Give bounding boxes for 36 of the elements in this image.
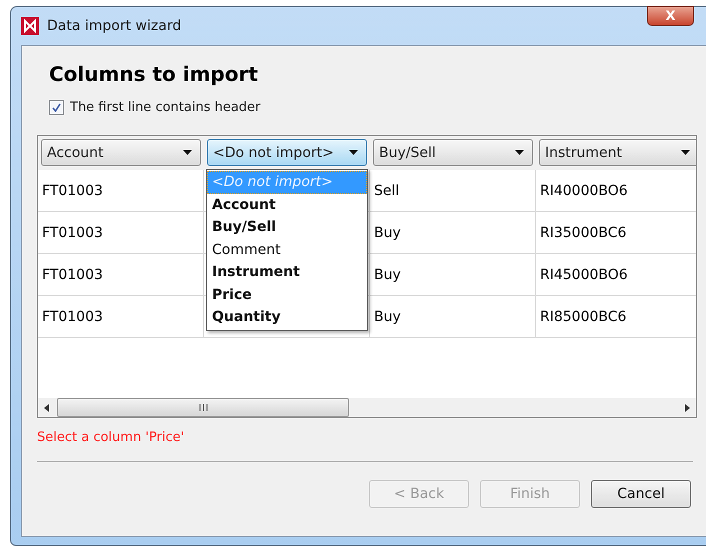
column-mapping-dropdown[interactable]: Account	[41, 139, 201, 166]
table-cell: FT01003	[38, 170, 204, 211]
dropdown-option[interactable]: Buy/Sell	[207, 216, 367, 238]
wizard-button[interactable]: Cancel	[591, 480, 691, 508]
table-cell: FT01003	[38, 296, 204, 337]
column-mapping-dropdown[interactable]: Buy/Sell	[373, 139, 533, 166]
dropdown-option[interactable]: Account	[207, 194, 367, 216]
column-mapping-dropdown[interactable]: <Do not import>	[207, 139, 367, 166]
dropdown-option[interactable]: Comment	[207, 238, 367, 261]
caret-icon	[183, 150, 192, 155]
column-mapping-dropdown[interactable]: Instrument	[539, 139, 696, 166]
scrollbar-thumb[interactable]	[57, 398, 349, 417]
table-cell: FT01003	[38, 212, 204, 253]
dropdown-option[interactable]: Instrument	[207, 261, 367, 284]
scroll-left-icon[interactable]	[44, 404, 49, 412]
page-heading: Columns to import	[48, 62, 259, 86]
header-checkbox[interactable]	[49, 100, 64, 115]
table-cell: FT01003	[38, 254, 204, 295]
table-cell: RI85000BC6	[536, 296, 696, 337]
scroll-right-icon[interactable]	[685, 404, 690, 412]
caret-icon	[681, 150, 690, 155]
app-logo-icon	[21, 17, 39, 35]
table-cell: RI40000BO6	[536, 170, 696, 211]
error-message: Select a column 'Price'	[37, 430, 186, 445]
table-cell: Buy	[370, 212, 536, 253]
table-cell: Sell	[370, 170, 536, 211]
table-cell: RI45000BO6	[536, 254, 696, 295]
caret-icon	[349, 150, 358, 155]
table-cell: RI35000BC6	[536, 212, 696, 253]
dropdown-option[interactable]: Price	[207, 284, 367, 306]
window-title: Data import wizard	[47, 18, 182, 34]
caret-icon	[515, 150, 524, 155]
table-cell: Buy	[370, 296, 536, 337]
dropdown-option[interactable]: Quantity	[207, 306, 367, 328]
checkbox-label: The first line contains header	[70, 100, 260, 115]
table-cell: Buy	[370, 254, 536, 295]
